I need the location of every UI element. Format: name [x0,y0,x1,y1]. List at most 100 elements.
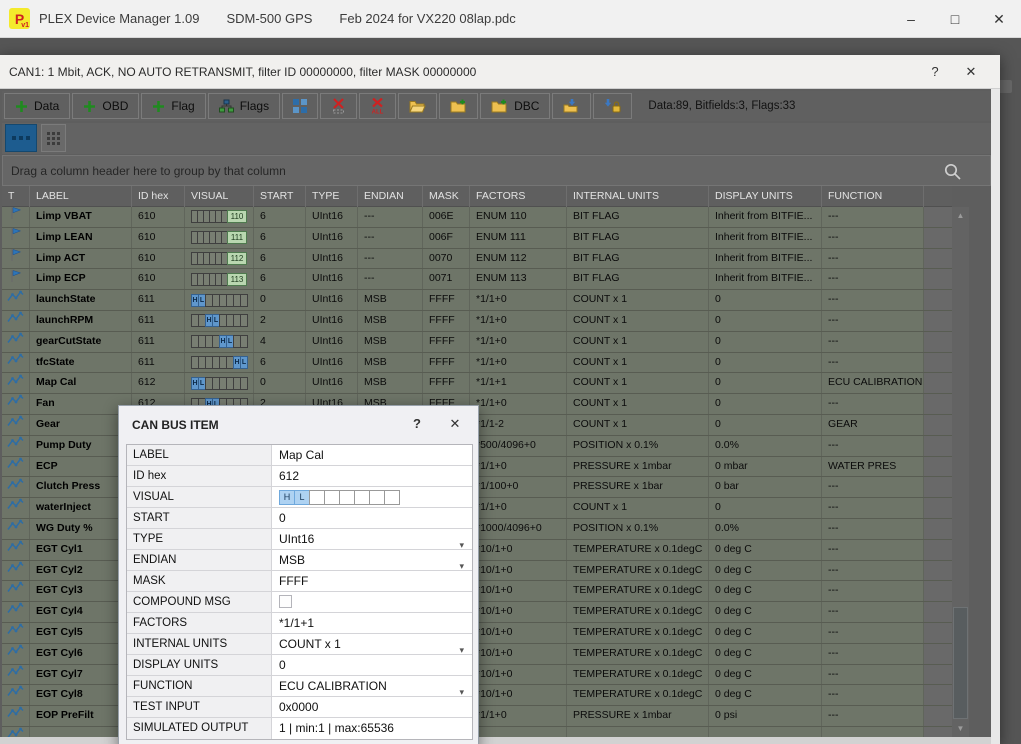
scrollbar-thumb[interactable] [953,607,968,719]
cell-label: EGT Cyl2 [30,561,132,581]
column-header-display-units[interactable]: DISPLAY UNITS [709,186,822,207]
field-value-visual[interactable]: HL [272,487,472,507]
column-header-label[interactable]: LABEL [30,186,132,207]
tab-grid-view[interactable] [41,124,66,152]
field-value-display-units[interactable]: 0 [272,655,472,675]
scroll-up-arrow-icon[interactable]: ▲ [952,207,969,224]
bit-cell[interactable] [354,490,370,505]
maximize-button[interactable]: □ [933,0,977,38]
table-row[interactable]: Limp LEAN6101116UInt16---006FENUM 111BIT… [2,228,952,249]
cell-function: --- [822,540,924,560]
dialog-help-button[interactable]: ? [407,414,427,434]
compound-msg-checkbox[interactable] [279,595,292,608]
field-value-compound-msg[interactable] [272,592,472,612]
cell-type: UInt16 [306,332,358,352]
field-value-internal-units[interactable]: COUNT x 1▾ [272,634,472,654]
table-row[interactable]: Limp ECP6101136UInt16---0071ENUM 113BIT … [2,269,952,290]
bit-cell[interactable] [324,490,340,505]
bit-cell[interactable] [369,490,385,505]
column-header-t[interactable]: T [2,186,30,207]
close-button[interactable]: ✕ [977,0,1021,38]
column-header-function[interactable]: FUNCTION [822,186,924,207]
table-row[interactable]: Limp ACT6101126UInt16---0070ENUM 112BIT … [2,249,952,270]
can-help-button[interactable]: ? [924,61,946,83]
toolbar-button-add-data[interactable]: Data [4,93,70,119]
cell-icon [2,540,30,560]
dialog-close-button[interactable]: ✕ [445,414,465,434]
table-row[interactable]: Limp VBAT6101106UInt16---006EENUM 110BIT… [2,207,952,228]
cell-label: Gear [30,415,132,435]
field-row-internal-units: INTERNAL UNITSCOUNT x 1▾ [127,634,472,655]
toolbar-button-import[interactable] [439,93,478,119]
table-row[interactable]: launchState611HL0UInt16MSBFFFF*1/1+0COUN… [2,290,952,311]
column-header-internal-units[interactable]: INTERNAL UNITS [567,186,709,207]
field-value-type[interactable]: UInt16 ▾ [272,529,472,549]
tab-dots-view[interactable] [5,124,37,152]
chevron-down-icon[interactable]: ▾ [459,682,464,696]
column-header-factors[interactable]: FACTORS [470,186,567,207]
cell-function: --- [822,602,924,622]
column-header-visual[interactable]: VISUAL [185,186,254,207]
field-text: UInt16 [279,532,314,546]
visual-bitfield: 110 [191,207,253,227]
group-by-bar[interactable]: Drag a column header here to group by th… [2,155,991,186]
field-value-label[interactable]: Map Cal [272,445,472,465]
chevron-down-icon[interactable]: ▾ [459,535,464,549]
column-header-type[interactable]: TYPE [306,186,358,207]
cell-filler [924,373,952,393]
table-row[interactable]: tfcState611HL6UInt16MSBFFFF*1/1+0COUNT x… [2,353,952,374]
cell-factors: *10/1+0 [470,644,567,664]
field-value-function[interactable]: ECU CALIBRATION▾ [272,676,472,696]
cell-function: GEAR [822,415,924,435]
bit-cell[interactable]: H [279,490,295,505]
column-header-endian[interactable]: ENDIAN [358,186,423,207]
field-value-endian[interactable]: MSB▾ [272,550,472,570]
search-icon[interactable] [943,162,962,184]
field-value-id-hex[interactable]: 612 [272,466,472,486]
toolbar-button-import-dbc[interactable]: DBC [480,93,550,119]
flag-icon [9,249,22,269]
field-value-factors[interactable]: *1/1+1 [272,613,472,633]
visual-bitfield-editor[interactable]: HL [279,487,472,507]
toolbar-button-add-flag[interactable]: Flag [141,93,205,119]
field-value-mask[interactable]: FFFF [272,571,472,591]
cell-label: Limp ACT [30,249,132,269]
field-value-test-input[interactable]: 0x0000 [272,697,472,717]
bit-cell[interactable] [309,490,325,505]
toolbar-button-add-obd[interactable]: OBD [72,93,139,119]
cell-id: 610 [132,228,185,248]
cell-id: 610 [132,269,185,289]
bit-cell[interactable] [339,490,355,505]
org-icon [219,99,234,113]
toolbar-button-delete-all[interactable]: ALL [359,93,396,119]
field-value-simulated-output[interactable]: 1 | min:1 | max:65536 [272,718,472,739]
column-header-mask[interactable]: MASK [423,186,470,207]
cell-filler [924,644,952,664]
table-row[interactable]: launchRPM611HL2UInt16MSBFFFF*1/1+0COUNT … [2,311,952,332]
chart-icon [7,727,24,737]
toolbar-button-export-locked[interactable] [593,93,632,119]
column-header-start[interactable]: START [254,186,306,207]
toolbar-button-grid-view[interactable] [282,93,318,119]
column-header-id-hex[interactable]: ID hex [132,186,185,207]
cell-start: 6 [254,269,306,289]
table-row[interactable]: gearCutState611HL4UInt16MSBFFFF*1/1+0COU… [2,332,952,353]
table-row[interactable]: Map Cal612HL0UInt16MSBFFFF*1/1+1COUNT x … [2,373,952,394]
cell-factors: *10/1+0 [470,665,567,685]
cell-label: ECP [30,457,132,477]
scroll-down-arrow-icon[interactable]: ▼ [952,720,969,737]
toolbar-button-open[interactable] [398,93,437,119]
cell-label: Map Cal [30,373,132,393]
vertical-scrollbar[interactable]: ▲ ▼ [952,207,969,737]
toolbar-button-flags[interactable]: Flags [208,93,280,119]
toolbar-button-export[interactable] [552,93,591,119]
field-value-start[interactable]: 0 [272,508,472,528]
chevron-down-icon[interactable]: ▾ [459,640,464,654]
minimize-button[interactable]: – [889,0,933,38]
toolbar-button-delete[interactable] [320,93,357,119]
cell-mask: FFFF [423,332,470,352]
can-close-button[interactable]: ✕ [960,61,982,83]
chevron-down-icon[interactable]: ▾ [459,556,464,570]
bit-cell[interactable]: L [294,490,310,505]
bit-cell[interactable] [384,490,400,505]
